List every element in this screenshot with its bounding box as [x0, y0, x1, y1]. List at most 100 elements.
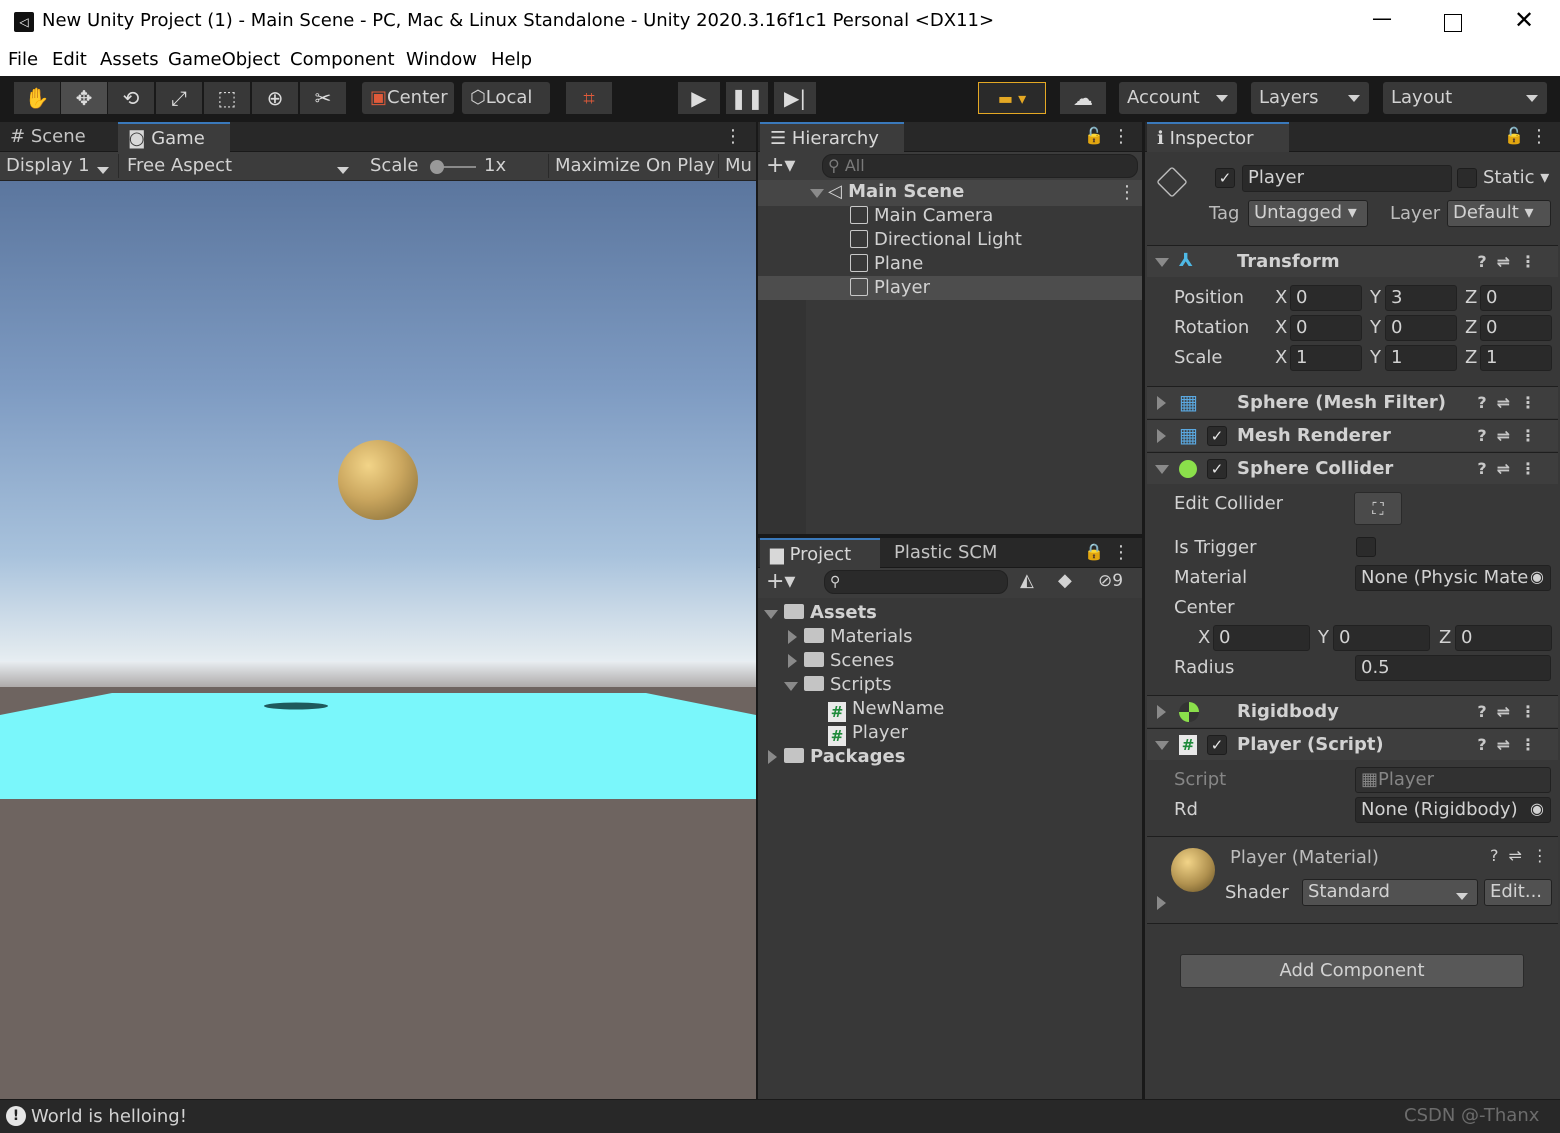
- expand-arrow[interactable]: [1157, 705, 1166, 719]
- maximize-on-play-toggle[interactable]: Maximize On Play: [548, 154, 715, 178]
- expand-arrow[interactable]: [1155, 741, 1169, 750]
- component-actions[interactable]: ?⇌⋮: [1477, 729, 1546, 761]
- pivot-center-button[interactable]: ▣Center: [362, 82, 454, 114]
- scale-z-field[interactable]: 1: [1480, 345, 1552, 371]
- rotation-y-field[interactable]: 0: [1385, 315, 1457, 341]
- object-picker-icon[interactable]: ◉: [1530, 799, 1544, 818]
- component-actions[interactable]: ?⇌⋮: [1477, 696, 1546, 728]
- static-checkbox[interactable]: [1457, 168, 1477, 188]
- enabled-checkbox[interactable]: ✓: [1207, 426, 1227, 446]
- mesh-renderer-header[interactable]: ▦ ✓ Mesh Renderer ?⇌⋮: [1147, 419, 1558, 451]
- custom-tool-icon[interactable]: ✂: [300, 82, 346, 114]
- tag-dropdown[interactable]: Untagged ▾: [1248, 200, 1368, 227]
- component-actions[interactable]: ?⇌⋮: [1477, 420, 1546, 452]
- filter-type-icon[interactable]: ◭: [1020, 570, 1034, 591]
- collab-button[interactable]: ▬ ▾: [978, 82, 1046, 114]
- console-message[interactable]: World is helloing!: [31, 1106, 187, 1127]
- rect-tool-icon[interactable]: ⬚: [204, 82, 250, 114]
- menu-help[interactable]: Help: [491, 49, 532, 70]
- rotate-tool-icon[interactable]: ⟲: [108, 82, 154, 114]
- list-item[interactable]: Player: [850, 276, 930, 300]
- minimize-button[interactable]: —: [1372, 6, 1392, 30]
- physic-material-field[interactable]: None (Physic Mate: [1355, 565, 1551, 591]
- scale-x-field[interactable]: 1: [1290, 345, 1362, 371]
- position-x-field[interactable]: 0: [1290, 285, 1362, 311]
- maximize-button[interactable]: [1444, 14, 1462, 32]
- rotation-z-field[interactable]: 0: [1480, 315, 1552, 341]
- object-name-field[interactable]: Player: [1242, 165, 1452, 192]
- pause-button[interactable]: ❚❚: [726, 82, 768, 114]
- scale-slider-handle[interactable]: [430, 160, 444, 174]
- tree-item-materials[interactable]: Materials: [804, 625, 913, 649]
- rotation-x-field[interactable]: 0: [1290, 315, 1362, 341]
- hand-tool-icon[interactable]: ✋: [14, 82, 60, 114]
- position-z-field[interactable]: 0: [1480, 285, 1552, 311]
- expand-arrow[interactable]: [1155, 465, 1169, 474]
- transform-header[interactable]: ⅄ Transform ?⇌⋮: [1147, 245, 1558, 277]
- lock-icon[interactable]: 🔓: [1084, 126, 1104, 145]
- tab-project[interactable]: ▆ Project: [760, 538, 880, 568]
- mute-audio-toggle[interactable]: Mu: [718, 154, 752, 178]
- list-item[interactable]: Directional Light: [850, 228, 1022, 252]
- tab-inspector[interactable]: ℹ Inspector: [1147, 122, 1289, 152]
- aspect-dropdown[interactable]: Free Aspect: [118, 154, 358, 178]
- panel-menu-icon[interactable]: ⋮: [1112, 542, 1130, 563]
- enabled-checkbox[interactable]: ✓: [1207, 459, 1227, 479]
- add-component-button[interactable]: Add Component: [1180, 954, 1524, 988]
- material-expand-arrow[interactable]: [1157, 896, 1166, 910]
- static-dropdown[interactable]: Static ▾: [1483, 166, 1549, 190]
- component-actions[interactable]: ?⇌⋮: [1477, 453, 1546, 485]
- list-item[interactable]: Main Camera: [850, 204, 993, 228]
- scripts-expand-arrow[interactable]: [784, 682, 798, 691]
- expand-arrow[interactable]: [1157, 396, 1166, 410]
- edit-shader-button[interactable]: Edit...: [1484, 879, 1552, 906]
- step-button[interactable]: ▶|: [774, 82, 816, 114]
- tree-item-newname[interactable]: # NewName: [828, 697, 944, 722]
- tree-item-packages[interactable]: Packages: [784, 745, 905, 769]
- close-button[interactable]: ✕: [1514, 6, 1534, 34]
- scene-menu-icon[interactable]: ⋮: [1118, 182, 1136, 203]
- component-actions[interactable]: ?⇌⋮: [1477, 387, 1546, 419]
- active-checkbox[interactable]: ✓: [1215, 168, 1235, 188]
- scenes-expand-arrow[interactable]: [788, 654, 797, 668]
- snap-grid-icon[interactable]: ⌗: [566, 82, 612, 114]
- menu-assets[interactable]: Assets: [100, 49, 159, 70]
- project-search-input[interactable]: ⚲: [824, 570, 1008, 594]
- radius-field[interactable]: 0.5: [1355, 655, 1551, 681]
- menu-component[interactable]: Component: [290, 49, 395, 70]
- tab-plastic-scm[interactable]: Plastic SCM: [884, 538, 1007, 568]
- panel-menu-icon[interactable]: ⋮: [1530, 126, 1548, 147]
- center-z-field[interactable]: 0: [1455, 625, 1552, 651]
- expand-arrow[interactable]: [1157, 429, 1166, 443]
- mesh-filter-header[interactable]: ▦ Sphere (Mesh Filter) ?⇌⋮: [1147, 386, 1558, 418]
- create-plus-icon[interactable]: +▾: [766, 153, 795, 178]
- layout-dropdown[interactable]: Layout: [1383, 82, 1547, 114]
- component-actions[interactable]: ?⇌⋮: [1477, 246, 1546, 278]
- tree-item-scenes[interactable]: Scenes: [804, 649, 894, 673]
- center-x-field[interactable]: 0: [1213, 625, 1310, 651]
- list-item[interactable]: Plane: [850, 252, 923, 276]
- hidden-packages-icon[interactable]: ⊘9: [1098, 571, 1123, 591]
- scale-y-field[interactable]: 1: [1385, 345, 1457, 371]
- panel-menu-icon[interactable]: ⋮: [1112, 126, 1130, 147]
- display-dropdown[interactable]: Display 1: [6, 154, 118, 178]
- layers-dropdown[interactable]: Layers: [1251, 82, 1369, 114]
- tree-item-player-script[interactable]: # Player: [828, 721, 908, 746]
- shader-dropdown[interactable]: Standard: [1302, 879, 1478, 906]
- rigidbody-header[interactable]: Rigidbody ?⇌⋮: [1147, 695, 1558, 727]
- account-dropdown[interactable]: Account: [1119, 82, 1237, 114]
- edit-collider-button[interactable]: ⛶: [1354, 492, 1402, 525]
- object-picker-icon[interactable]: ◉: [1530, 567, 1544, 586]
- layer-dropdown[interactable]: Default ▾: [1447, 200, 1551, 227]
- tree-item-scripts[interactable]: Scripts: [804, 673, 892, 697]
- expand-arrow[interactable]: [1155, 258, 1169, 267]
- create-plus-icon[interactable]: +▾: [766, 569, 795, 594]
- lock-icon[interactable]: 🔒: [1084, 542, 1104, 561]
- tree-item-assets[interactable]: Assets: [784, 601, 877, 625]
- play-button[interactable]: ▶: [678, 82, 720, 114]
- player-script-header[interactable]: # ✓ Player (Script) ?⇌⋮: [1147, 728, 1558, 760]
- lock-icon[interactable]: 🔓: [1504, 126, 1524, 145]
- enabled-checkbox[interactable]: ✓: [1207, 735, 1227, 755]
- position-y-field[interactable]: 3: [1385, 285, 1457, 311]
- tab-hierarchy[interactable]: ☰ Hierarchy: [760, 122, 904, 152]
